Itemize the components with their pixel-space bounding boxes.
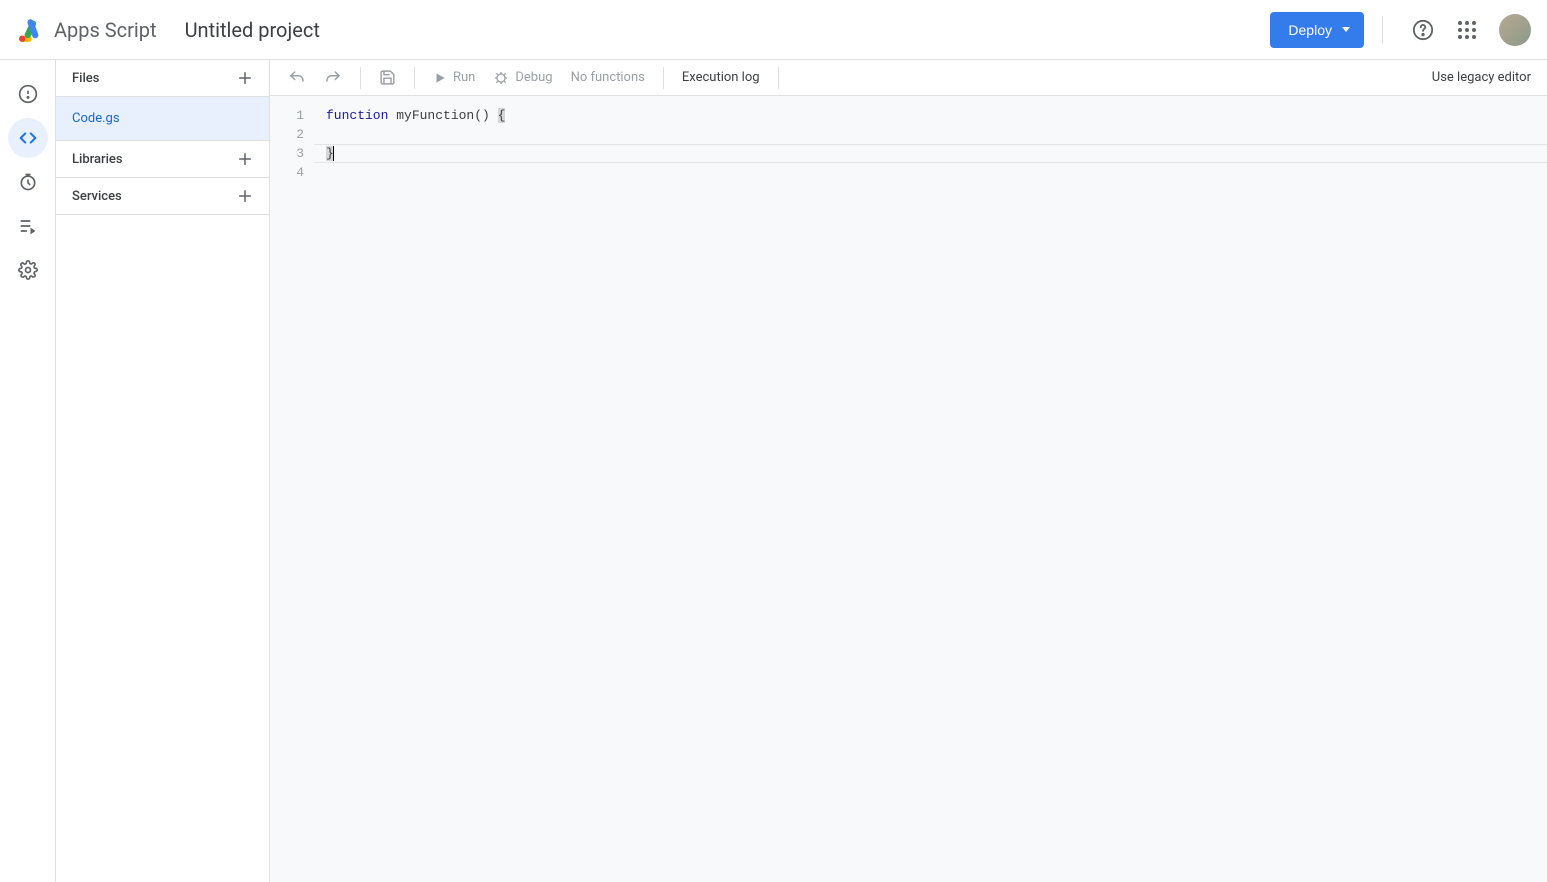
libraries-section-label: Libraries [72,152,123,167]
nav-triggers[interactable] [8,162,48,202]
legacy-editor-link[interactable]: Use legacy editor [1432,70,1535,85]
services-section-label: Services [72,189,122,204]
debug-button[interactable]: Debug [487,64,558,92]
file-item-code-gs[interactable]: Code.gs [56,97,269,141]
deploy-button[interactable]: Deploy [1270,12,1364,48]
function-selector-label: No functions [571,70,645,85]
code-line-1: function myFunction() { [326,106,1547,125]
run-label: Run [453,70,475,85]
add-service-button[interactable] [231,182,259,210]
redo-button[interactable] [318,64,348,92]
project-title[interactable]: Untitled project [185,18,320,42]
files-section-label: Files [72,71,99,86]
execution-log-button[interactable]: Execution log [676,64,766,92]
undo-button[interactable] [282,64,312,92]
divider [1382,16,1383,44]
code-line-3: } [326,144,1547,163]
text-cursor [333,146,334,161]
user-avatar[interactable] [1499,14,1531,46]
files-section-header: Files [56,60,269,97]
line-number: 1 [270,106,304,125]
line-number: 4 [270,163,304,182]
editor-area: Run Debug No functions Execution log Use… [270,60,1547,882]
apps-script-logo-icon [16,15,46,45]
line-number: 2 [270,125,304,144]
workspace: Files Code.gs Libraries Services [0,60,1547,882]
debug-label: Debug [515,70,552,85]
nav-settings[interactable] [8,250,48,290]
add-file-button[interactable] [231,64,259,92]
help-icon[interactable] [1411,18,1435,42]
google-apps-icon[interactable] [1455,18,1479,42]
add-library-button[interactable] [231,145,259,173]
line-gutter: 1 2 3 4 [270,96,314,882]
files-panel: Files Code.gs Libraries Services [56,60,270,882]
nav-editor[interactable] [8,118,48,158]
line-number: 3 [270,144,304,163]
editor-toolbar: Run Debug No functions Execution log Use… [270,60,1547,96]
run-button[interactable]: Run [427,64,481,92]
deploy-label: Deploy [1288,22,1332,38]
nav-executions[interactable] [8,206,48,246]
nav-overview[interactable] [8,74,48,114]
code-editor[interactable]: 1 2 3 4 function myFunction() { } [270,96,1547,882]
logo-block: Apps Script [16,15,157,45]
chevron-down-icon [1342,27,1350,32]
nav-rail [0,60,56,882]
libraries-section-header: Libraries [56,141,269,178]
save-button[interactable] [373,64,402,92]
file-name: Code.gs [72,111,120,126]
function-selector[interactable]: No functions [565,64,651,92]
app-title: Apps Script [54,18,157,42]
top-header: Apps Script Untitled project Deploy [0,0,1547,60]
code-line-2 [326,125,1547,144]
execution-log-label: Execution log [682,70,760,85]
code-content[interactable]: function myFunction() { } [314,96,1547,882]
services-section-header: Services [56,178,269,215]
